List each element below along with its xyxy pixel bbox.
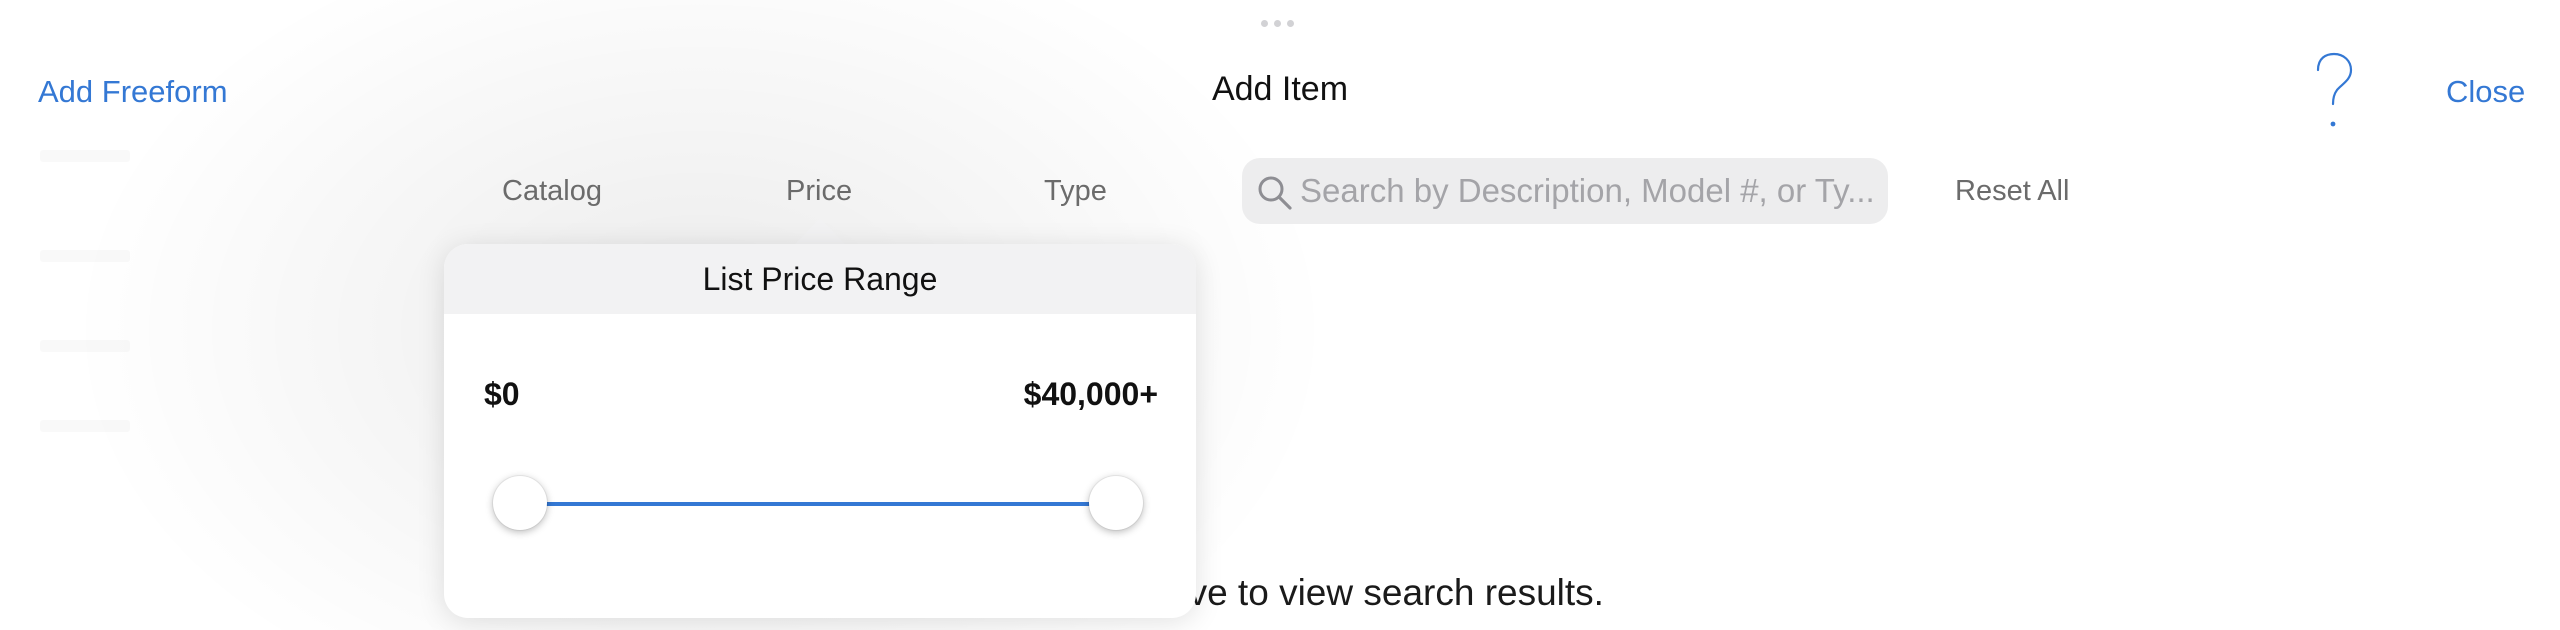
background-placeholder [40,420,130,432]
max-price-label: $40,000+ [1023,376,1158,412]
price-range-popover: List Price Range $0 $40,000+ [444,244,1196,618]
tab-catalog[interactable]: Catalog [502,175,602,208]
search-input[interactable] [1300,158,1878,224]
background-placeholder [40,340,130,352]
reset-all-button[interactable]: Reset All [1955,175,2069,208]
popover-title: List Price Range [444,244,1196,314]
search-field[interactable] [1242,158,1888,224]
max-price-handle[interactable] [1089,476,1143,530]
grabber-dot [1287,20,1294,27]
min-price-label: $0 [484,376,520,412]
background-placeholder [40,250,130,262]
price-slider-track[interactable] [520,502,1116,506]
search-icon [1256,174,1294,212]
close-button[interactable]: Close [2446,74,2525,110]
tab-type[interactable]: Type [1044,175,1107,208]
question-mark-icon[interactable] [2312,52,2356,132]
sheet-grabber[interactable] [1261,20,1294,27]
grabber-dot [1274,20,1281,27]
empty-state-message: ove to view search results. [1168,572,1604,613]
page-title: Add Item [1211,70,1349,108]
background-placeholder [40,150,130,162]
popover-arrow [794,218,846,245]
grabber-dot [1261,20,1268,27]
min-price-handle[interactable] [493,476,547,530]
tab-price[interactable]: Price [786,175,852,208]
